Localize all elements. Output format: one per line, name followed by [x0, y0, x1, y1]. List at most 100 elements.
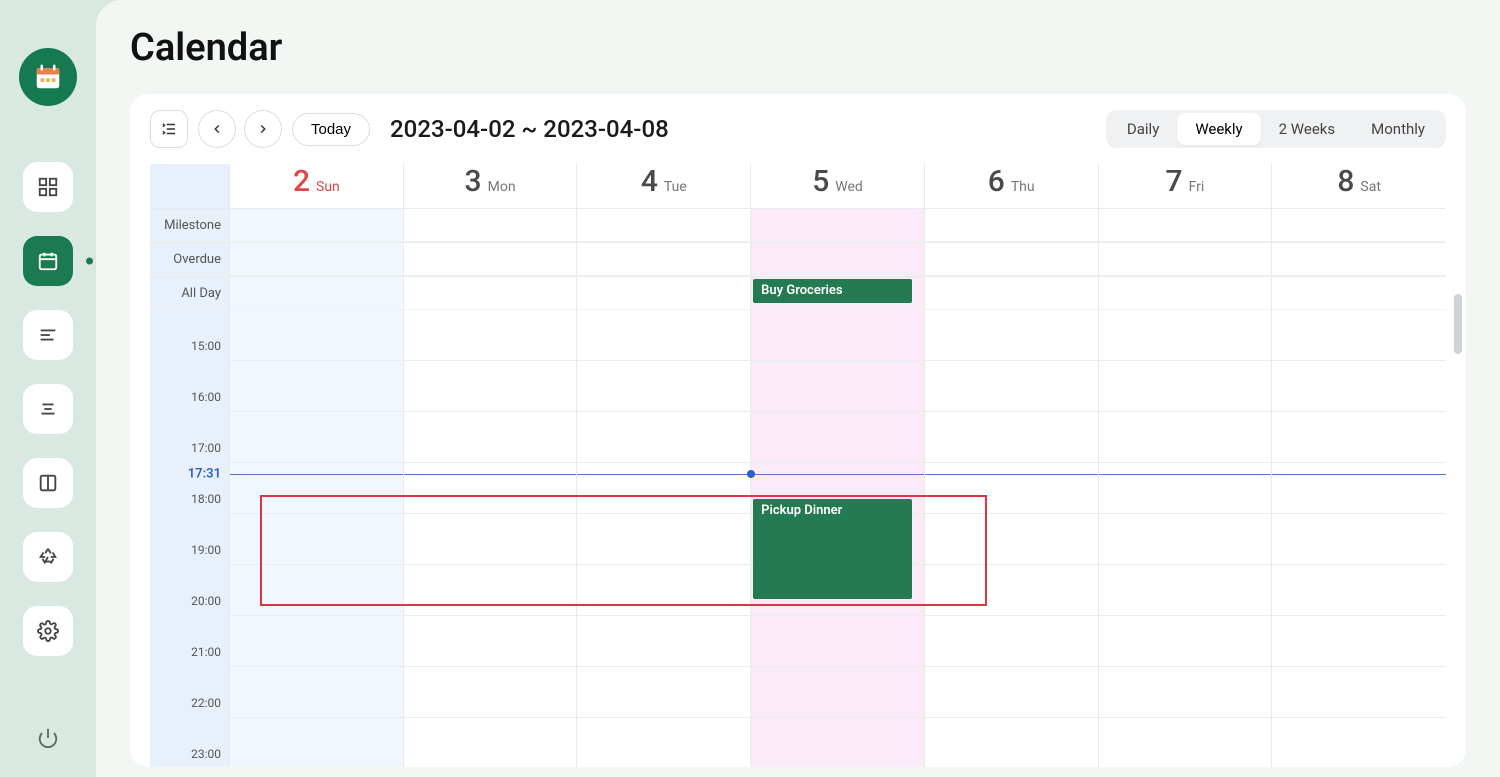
hour-cell[interactable] — [751, 310, 924, 361]
cell-overdue[interactable] — [577, 242, 750, 276]
hour-cell[interactable] — [1272, 412, 1446, 463]
hour-cell[interactable] — [1272, 361, 1446, 412]
hour-cell[interactable] — [230, 718, 403, 767]
hour-cell[interactable] — [1272, 616, 1446, 667]
day-column-sat[interactable]: 8Sat — [1272, 164, 1446, 767]
cell-overdue[interactable] — [404, 242, 577, 276]
list-toggle-button[interactable] — [150, 110, 188, 148]
hour-cell[interactable] — [404, 412, 577, 463]
cell-all-day[interactable] — [230, 276, 403, 310]
cell-milestone[interactable] — [1272, 208, 1446, 242]
hour-cell[interactable] — [230, 310, 403, 361]
day-column-wed[interactable]: 5Wed Buy Groceries Pickup Dinner — [751, 164, 925, 767]
day-header-mon[interactable]: 3Mon — [404, 164, 577, 208]
view-tab-monthly[interactable]: Monthly — [1353, 113, 1443, 145]
view-tab-weekly[interactable]: Weekly — [1177, 113, 1260, 145]
hour-cell[interactable] — [577, 463, 750, 514]
hour-cell[interactable] — [1099, 718, 1272, 767]
hour-cell[interactable] — [1272, 667, 1446, 718]
cell-overdue[interactable] — [925, 242, 1098, 276]
cell-all-day[interactable] — [1272, 276, 1446, 310]
hour-cell[interactable] — [925, 514, 1098, 565]
hour-cell[interactable] — [230, 514, 403, 565]
hour-cell[interactable] — [925, 310, 1098, 361]
hour-cell[interactable] — [577, 616, 750, 667]
hour-cell[interactable] — [1099, 667, 1272, 718]
cell-overdue[interactable] — [1272, 242, 1446, 276]
hour-cell[interactable] — [925, 361, 1098, 412]
hour-cell[interactable] — [230, 616, 403, 667]
hour-cell[interactable] — [230, 565, 403, 616]
day-column-sun[interactable]: 2Sun — [230, 164, 404, 767]
sidebar-item-columns[interactable] — [23, 458, 73, 508]
calendar-grid[interactable]: .MilestoneOverdueAll Day15:0016:0017:001… — [150, 164, 1446, 767]
cell-all-day[interactable] — [577, 276, 750, 310]
hour-cell[interactable] — [404, 616, 577, 667]
hour-cell[interactable] — [577, 565, 750, 616]
hour-cell[interactable] — [925, 718, 1098, 767]
hour-cell[interactable] — [925, 565, 1098, 616]
today-button[interactable]: Today — [292, 113, 370, 146]
hour-cell[interactable] — [577, 310, 750, 361]
hour-cell[interactable] — [1099, 310, 1272, 361]
hour-cell[interactable] — [230, 667, 403, 718]
hour-cell[interactable] — [404, 565, 577, 616]
cell-overdue[interactable] — [1099, 242, 1272, 276]
hour-cell[interactable] — [751, 718, 924, 767]
hour-cell[interactable] — [1099, 565, 1272, 616]
cell-all-day[interactable] — [1099, 276, 1272, 310]
hour-cell[interactable] — [230, 412, 403, 463]
cell-all-day[interactable] — [925, 276, 1098, 310]
hour-cell[interactable] — [1099, 616, 1272, 667]
hour-cell[interactable] — [404, 514, 577, 565]
hour-cell[interactable] — [1272, 310, 1446, 361]
cell-milestone[interactable] — [751, 208, 924, 242]
cell-all-day[interactable] — [404, 276, 577, 310]
cell-milestone[interactable] — [230, 208, 403, 242]
sidebar-item-recycle[interactable] — [23, 532, 73, 582]
timed-event[interactable]: Pickup Dinner — [753, 499, 912, 599]
hour-cell[interactable] — [751, 616, 924, 667]
hour-cell[interactable] — [1272, 514, 1446, 565]
scrollbar-thumb[interactable] — [1454, 294, 1462, 354]
hour-cell[interactable] — [404, 667, 577, 718]
day-header-fri[interactable]: 7Fri — [1099, 164, 1272, 208]
hour-cell[interactable] — [1272, 463, 1446, 514]
day-header-tue[interactable]: 4Tue — [577, 164, 750, 208]
hour-cell[interactable] — [577, 361, 750, 412]
view-tab-2-weeks[interactable]: 2 Weeks — [1261, 113, 1353, 145]
hour-cell[interactable] — [751, 361, 924, 412]
cell-overdue[interactable] — [230, 242, 403, 276]
sidebar-item-notes-center[interactable] — [23, 384, 73, 434]
day-column-mon[interactable]: 3Mon — [404, 164, 578, 767]
hour-cell[interactable] — [925, 616, 1098, 667]
hour-cell[interactable] — [925, 463, 1098, 514]
hour-cell[interactable] — [751, 412, 924, 463]
day-column-tue[interactable]: 4Tue — [577, 164, 751, 767]
day-column-thu[interactable]: 6Thu — [925, 164, 1099, 767]
sidebar-item-dashboard[interactable] — [23, 162, 73, 212]
day-header-wed[interactable]: 5Wed — [751, 164, 924, 208]
allday-event[interactable]: Buy Groceries — [753, 279, 912, 303]
hour-cell[interactable] — [230, 463, 403, 514]
sidebar-item-calendar[interactable] — [23, 236, 73, 286]
power-button[interactable] — [37, 727, 59, 749]
cell-all-day[interactable]: Buy Groceries — [751, 276, 924, 310]
hour-cell[interactable] — [404, 310, 577, 361]
hour-cell[interactable] — [577, 514, 750, 565]
day-header-sat[interactable]: 8Sat — [1272, 164, 1446, 208]
day-header-sun[interactable]: 2Sun — [230, 164, 403, 208]
cell-milestone[interactable] — [1099, 208, 1272, 242]
hour-cell[interactable] — [751, 667, 924, 718]
hour-cell[interactable] — [577, 412, 750, 463]
cell-overdue[interactable] — [751, 242, 924, 276]
prev-week-button[interactable] — [198, 110, 236, 148]
hour-cell[interactable] — [1099, 514, 1272, 565]
hour-cell[interactable] — [1272, 718, 1446, 767]
hour-cell[interactable] — [404, 361, 577, 412]
hour-cell[interactable] — [404, 463, 577, 514]
day-header-thu[interactable]: 6Thu — [925, 164, 1098, 208]
sidebar-item-notes-left[interactable] — [23, 310, 73, 360]
view-tab-daily[interactable]: Daily — [1109, 113, 1177, 145]
hour-cell[interactable] — [577, 718, 750, 767]
